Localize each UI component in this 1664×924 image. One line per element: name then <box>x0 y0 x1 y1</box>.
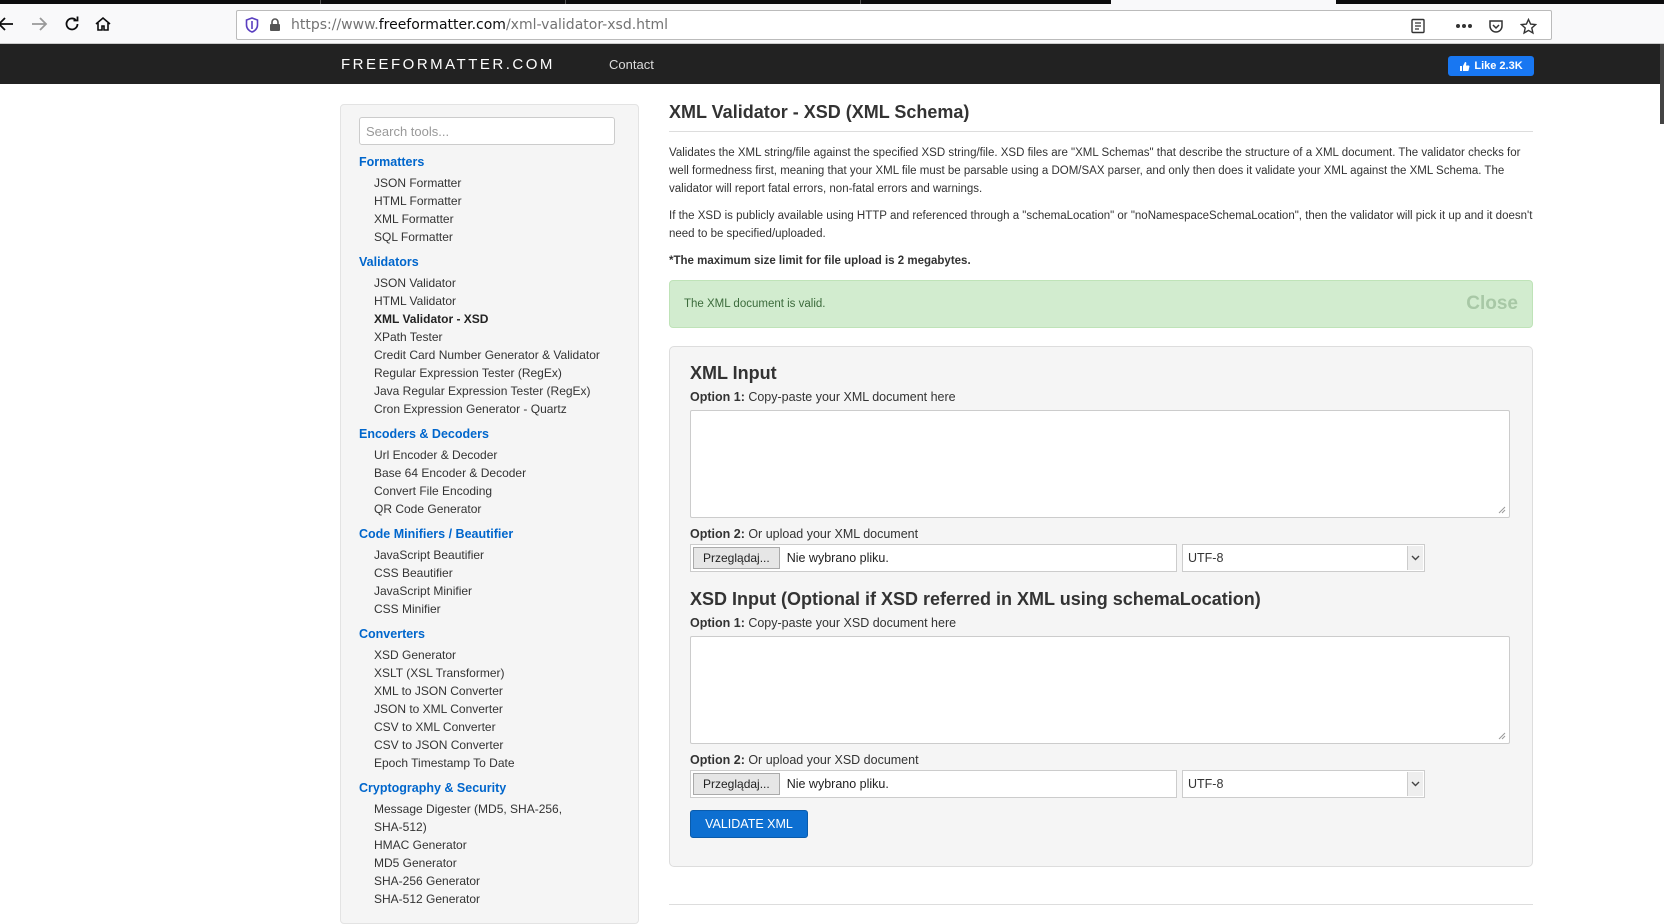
sidebar-item[interactable]: XML to JSON Converter <box>359 682 620 700</box>
sidebar-item[interactable]: HTML Formatter <box>359 192 620 210</box>
sidebar-category-title[interactable]: Validators <box>359 255 620 269</box>
sidebar-item[interactable]: XML Formatter <box>359 210 620 228</box>
validator-form-panel: XML Input Option 1: Copy-paste your XML … <box>669 346 1533 867</box>
sidebar-item[interactable]: XSD Generator <box>359 646 620 664</box>
sidebar-item[interactable]: JSON to XML Converter <box>359 700 620 718</box>
description-paragraph: If the XSD is publicly available using H… <box>669 210 1533 240</box>
pocket-icon[interactable] <box>1485 15 1507 37</box>
xsd-upload-row: Przeglądaj... Nie wybrano pliku. UTF-8 <box>690 770 1512 798</box>
sidebar-item[interactable]: SHA-512 Generator <box>359 890 620 908</box>
page-title: XML Validator - XSD (XML Schema) <box>669 102 1533 132</box>
xml-encoding-select[interactable]: UTF-8 <box>1182 544 1425 572</box>
site-brand[interactable]: FREEFORMATTER.COM <box>341 56 555 73</box>
sidebar-tool-list: Formatters JSON Formatter HTML Formatter XM… <box>359 155 620 908</box>
facebook-like-button[interactable]: Like 2.3K <box>1448 56 1534 76</box>
tracking-shield-icon[interactable] <box>245 17 259 33</box>
sidebar-item[interactable]: XSLT (XSL Transformer) <box>359 664 620 682</box>
lock-icon[interactable] <box>269 18 281 32</box>
upload-limit-note: *The maximum size limit for file upload … <box>669 255 971 267</box>
sidebar-item[interactable]: Cron Expression Generator - Quartz <box>359 400 620 418</box>
alert-close-button[interactable]: Close <box>1466 293 1518 315</box>
alert-message: The XML document is valid. <box>684 298 826 310</box>
sidebar-category-title[interactable]: Formatters <box>359 155 620 169</box>
xsd-input-title: XSD Input (Optional if XSD referred in X… <box>690 589 1261 609</box>
sidebar-item[interactable]: JSON Validator <box>359 274 620 292</box>
xsd-option1-label: Option 1: Copy-paste your XSD document h… <box>690 616 957 630</box>
sidebar-item[interactable]: JSON Formatter <box>359 174 620 192</box>
sidebar-item[interactable]: Base 64 Encoder & Decoder <box>359 464 620 482</box>
resize-grip-icon[interactable] <box>1498 506 1506 514</box>
sidebar-item[interactable]: SHA-256 Generator <box>359 872 620 890</box>
xml-browse-button[interactable]: Przeglądaj... <box>693 547 780 569</box>
xml-no-file-label: Nie wybrano pliku. <box>786 551 889 565</box>
sidebar-item[interactable]: Epoch Timestamp To Date <box>359 754 620 772</box>
sidebar-item[interactable]: Url Encoder & Decoder <box>359 446 620 464</box>
xsd-encoding-select[interactable]: UTF-8 <box>1182 770 1425 798</box>
sidebar-item[interactable]: JavaScript Minifier <box>359 582 620 600</box>
chevron-down-icon[interactable] <box>1407 546 1423 570</box>
bookmark-star-icon[interactable] <box>1517 15 1539 37</box>
home-icon[interactable] <box>91 12 115 36</box>
xml-input-title: XML Input <box>690 363 777 383</box>
sidebar-category-title[interactable]: Encoders & Decoders <box>359 427 620 441</box>
sidebar-item[interactable]: SQL Formatter <box>359 228 620 246</box>
sidebar-item[interactable]: HTML Validator <box>359 292 620 310</box>
main-content: XML Validator - XSD (XML Schema) Validat… <box>669 98 1533 867</box>
more-actions-icon[interactable] <box>1453 15 1475 37</box>
sidebar-item[interactable]: CSS Minifier <box>359 600 620 618</box>
xsd-encoding-value: UTF-8 <box>1188 777 1224 791</box>
page-scrollbar[interactable] <box>1660 44 1664 124</box>
facebook-like-label: Like 2.3K <box>1474 60 1523 72</box>
sidebar-category-title[interactable]: Code Minifiers / Beautifier <box>359 527 620 541</box>
sidebar-item[interactable]: XPath Tester <box>359 328 620 346</box>
xml-encoding-value: UTF-8 <box>1188 551 1224 565</box>
xml-textarea[interactable] <box>690 410 1510 518</box>
description-paragraph: Validates the XML string/file against th… <box>669 147 1521 195</box>
sidebar-item[interactable]: SHA-512) <box>359 818 620 836</box>
sidebar-item[interactable]: Message Digester (MD5, SHA-256, <box>359 800 620 818</box>
browser-toolbar: https://www.freeformatter.com/xml-valida… <box>0 4 1664 44</box>
sidebar-item[interactable]: QR Code Generator <box>359 500 620 518</box>
xsd-no-file-label: Nie wybrano pliku. <box>786 777 889 791</box>
xml-upload-row: Przeglądaj... Nie wybrano pliku. UTF-8 <box>690 544 1512 572</box>
xml-file-input[interactable]: Przeglądaj... Nie wybrano pliku. <box>690 544 1177 572</box>
nav-contact-link[interactable]: Contact <box>609 57 654 72</box>
resize-grip-icon[interactable] <box>1498 732 1506 740</box>
forward-arrow-icon[interactable] <box>27 12 51 36</box>
address-bar[interactable]: https://www.freeformatter.com/xml-valida… <box>236 10 1552 40</box>
xsd-textarea[interactable] <box>690 636 1510 744</box>
footer-divider <box>669 904 1533 905</box>
sidebar-item[interactable]: Java Regular Expression Tester (RegEx) <box>359 382 620 400</box>
xml-option2-label: Option 2: Or upload your XML document <box>690 527 919 541</box>
sidebar-category-title[interactable]: Converters <box>359 627 620 641</box>
xml-option1-label: Option 1: Copy-paste your XML document h… <box>690 390 956 404</box>
reader-view-icon[interactable] <box>1407 15 1429 37</box>
site-navbar: FREEFORMATTER.COM Contact Like 2.3K <box>0 44 1664 124</box>
sidebar-item[interactable]: Credit Card Number Generator & Validator <box>359 346 620 364</box>
chevron-down-icon[interactable] <box>1407 772 1423 796</box>
back-arrow-icon[interactable] <box>0 12 18 36</box>
xsd-browse-button[interactable]: Przeglądaj... <box>693 773 780 795</box>
thumbs-up-icon <box>1460 61 1470 71</box>
validation-success-alert: The XML document is valid. Close <box>669 280 1533 328</box>
sidebar-item[interactable]: Convert File Encoding <box>359 482 620 500</box>
sidebar-item[interactable]: CSV to JSON Converter <box>359 736 620 754</box>
url-text[interactable]: https://www.freeformatter.com/xml-valida… <box>291 17 668 33</box>
tools-sidebar: FormattersJSON FormatterHTML FormatterXM… <box>340 104 639 924</box>
sidebar-item[interactable]: Regular Expression Tester (RegEx) <box>359 364 620 382</box>
sidebar-item[interactable]: CSV to XML Converter <box>359 718 620 736</box>
reload-icon[interactable] <box>60 12 84 36</box>
sidebar-item[interactable]: JavaScript Beautifier <box>359 546 620 564</box>
sidebar-category-title[interactable]: Cryptography & Security <box>359 781 620 795</box>
search-tools-input[interactable] <box>359 117 615 145</box>
xsd-file-input[interactable]: Przeglądaj... Nie wybrano pliku. <box>690 770 1177 798</box>
sidebar-item[interactable]: XML Validator - XSD <box>359 310 620 328</box>
sidebar-item[interactable]: CSS Beautifier <box>359 564 620 582</box>
validate-xml-button[interactable]: VALIDATE XML <box>690 810 808 838</box>
sidebar-item[interactable]: HMAC Generator <box>359 836 620 854</box>
url-actions <box>1407 15 1539 37</box>
sidebar-item[interactable]: MD5 Generator <box>359 854 620 872</box>
xsd-option2-label: Option 2: Or upload your XSD document <box>690 753 919 767</box>
